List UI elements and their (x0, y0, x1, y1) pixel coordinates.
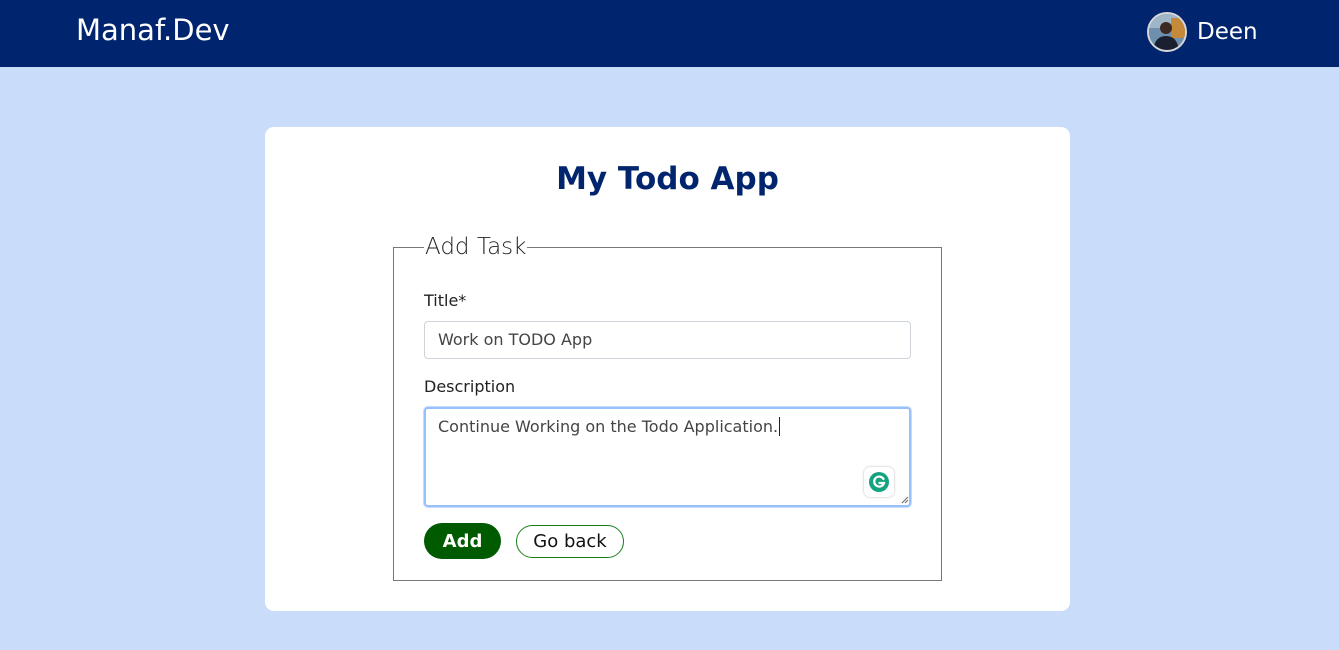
go-back-button[interactable]: Go back (516, 525, 624, 558)
avatar[interactable] (1147, 12, 1187, 52)
add-button[interactable]: Add (424, 523, 501, 559)
description-text: Continue Working on the Todo Application… (438, 417, 779, 436)
user-menu[interactable]: Deen (1147, 12, 1258, 52)
grammarly-icon[interactable] (864, 467, 894, 497)
title-input[interactable]: Work on TODO App (424, 321, 911, 359)
description-label: Description (424, 377, 516, 396)
brand-logo[interactable]: Manaf.Dev (76, 13, 230, 47)
description-textarea[interactable]: Continue Working on the Todo Application… (424, 407, 911, 507)
resize-grip-icon[interactable] (901, 496, 909, 504)
text-caret (779, 417, 781, 436)
todo-card: My Todo App Add Task Title* Work on TODO… (265, 127, 1070, 611)
top-navbar: Manaf.Dev Deen (0, 0, 1339, 67)
user-name[interactable]: Deen (1197, 19, 1258, 45)
title-label: Title* (424, 291, 467, 310)
page-title: My Todo App (556, 161, 779, 197)
add-task-legend: Add Task (425, 234, 527, 260)
